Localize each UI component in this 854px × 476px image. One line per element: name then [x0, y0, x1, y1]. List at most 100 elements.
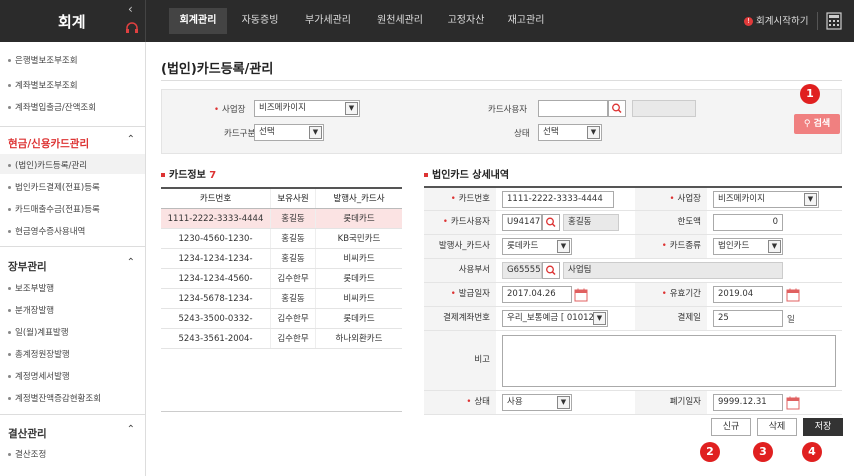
- valid-input[interactable]: 2019.04: [713, 286, 783, 303]
- search-icon[interactable]: [542, 262, 560, 279]
- bullet-icon: [8, 186, 11, 189]
- card-kind-select[interactable]: 법인카드 ▼: [713, 238, 783, 255]
- table-row[interactable]: 1234-1234-4560- 김수한무 롯데카드: [161, 269, 402, 289]
- new-button[interactable]: 신규: [711, 418, 751, 436]
- save-button[interactable]: 저장: [803, 418, 843, 436]
- page-title: (법인)카드등록/관리: [161, 62, 274, 77]
- chevron-down-icon: ▼: [768, 240, 781, 253]
- expire-input[interactable]: 9999.12.31: [713, 394, 783, 411]
- table-row[interactable]: 1234-1234-1234- 홍길동 비씨카드: [161, 249, 402, 269]
- calendar-icon[interactable]: [786, 396, 800, 410]
- chevron-down-icon: ▼: [309, 126, 322, 139]
- sidebar-item-card-register[interactable]: (법인)카드등록/관리: [8, 159, 87, 171]
- issue-date-label: • 발급일자: [424, 283, 496, 306]
- bullet-icon: [8, 230, 11, 233]
- issue-date-input[interactable]: 2017.04.26: [502, 286, 572, 303]
- workplace-select[interactable]: 비즈메카이지 ▼: [713, 191, 819, 208]
- bullet-icon: [8, 106, 11, 109]
- bullet-icon: [8, 453, 11, 456]
- form-row: • 발급일자 2017.04.26 • 유효기간 2019.04: [424, 283, 842, 307]
- tab-vat[interactable]: 부가세관리: [296, 8, 360, 34]
- sidebar-item-account-ledger[interactable]: 계좌별보조부조회: [8, 79, 78, 91]
- sidebar-item-account-balance[interactable]: 계좌별입출금/잔액조회: [8, 101, 96, 113]
- sidebar-item-card-sales[interactable]: 카드매출수금(전표)등록: [8, 203, 100, 215]
- step-badge-1: 1: [800, 84, 820, 104]
- note-textarea[interactable]: [502, 335, 836, 387]
- tab-fixed-assets[interactable]: 고정자산: [440, 8, 492, 34]
- limit-input[interactable]: 0: [713, 214, 783, 231]
- top-navigation-bar: 회계 ‹ 회계관리 자동증빙 부가세관리 원천세관리 고정자산 재고관리 ! 회계…: [0, 0, 854, 42]
- search-icon[interactable]: [608, 100, 626, 117]
- tab-auto-evidence[interactable]: 자동증빙: [232, 8, 288, 34]
- status-select[interactable]: 사용 ▼: [502, 394, 572, 411]
- sidebar-group-cash-card[interactable]: 현금/신용카드관리: [8, 136, 89, 151]
- workplace-select[interactable]: 비즈메카이지 ▼: [254, 100, 360, 117]
- form-row: 사용부서 G65555 사업팀: [424, 259, 842, 283]
- sidebar-item-daily-monthly[interactable]: 일(월)계표발행: [8, 326, 69, 338]
- sidebar-item-account-statement[interactable]: 계정명세서발행: [8, 370, 70, 382]
- sidebar: 은행별보조부조회 계좌별보조부조회 계좌별입출금/잔액조회 현금/신용카드관리 …: [0, 42, 146, 476]
- table-row[interactable]: 1111-2222-3333-4444 홍길동 롯데카드: [161, 209, 402, 229]
- bullet-icon: [8, 84, 11, 87]
- tab-withholding[interactable]: 원천세관리: [368, 8, 432, 34]
- table-row[interactable]: 5243-3500-0332- 김수한무 롯데카드: [161, 309, 402, 329]
- table-row[interactable]: 1234-5678-1234- 홍길동 비씨카드: [161, 289, 402, 309]
- search-button[interactable]: ⚲ 검색: [794, 114, 840, 134]
- search-icon: ⚲: [803, 119, 814, 129]
- calendar-icon[interactable]: [574, 288, 588, 302]
- bullet-icon: [8, 208, 11, 211]
- headset-icon[interactable]: [125, 22, 139, 34]
- sidebar-item-cash-receipt[interactable]: 현금영수증사용내역: [8, 225, 85, 237]
- tab-inventory[interactable]: 재고관리: [500, 8, 552, 34]
- card-number-input[interactable]: 1111-2222-3333-4444: [502, 191, 614, 208]
- card-count: 7: [209, 170, 217, 181]
- card-user-id-input[interactable]: U94147: [502, 214, 542, 231]
- sidebar-item-closing-adjust[interactable]: 결산조정: [8, 448, 46, 460]
- detail-title: 법인카드 상세내역: [424, 166, 509, 181]
- tab-accounting[interactable]: 회계관리: [169, 8, 227, 34]
- start-accounting-link[interactable]: ! 회계시작하기: [744, 13, 808, 27]
- search-panel: • 사업장 비즈메카이지 ▼ 카드구분 선택 ▼ 카드사용자 상태 선택 ▼ ⚲ 검색: [161, 89, 842, 154]
- form-row: 비고: [424, 331, 842, 391]
- issuer-label: 발행사_카드사: [424, 235, 496, 258]
- pay-day-unit: 일: [787, 315, 795, 325]
- chevron-down-icon: ▼: [557, 240, 570, 253]
- delete-button[interactable]: 삭제: [757, 418, 797, 436]
- sidebar-item-journal[interactable]: 분개장발행: [8, 304, 54, 316]
- dept-label: 사용부서: [424, 259, 496, 282]
- search-icon[interactable]: [542, 214, 560, 231]
- collapse-sidebar-icon[interactable]: ‹: [128, 2, 133, 16]
- column-header: 카드번호: [161, 189, 271, 208]
- sidebar-item-sub-ledger[interactable]: 보조부발행: [8, 282, 54, 294]
- chevron-up-icon[interactable]: ⌃: [127, 257, 135, 268]
- sidebar-group-closing[interactable]: 결산관리: [8, 426, 47, 441]
- bullet-icon: [424, 173, 428, 177]
- dept-code-input[interactable]: G65555: [502, 262, 542, 279]
- calendar-icon[interactable]: [786, 288, 800, 302]
- sidebar-group-ledger[interactable]: 장부관리: [8, 259, 47, 274]
- card-user-input[interactable]: [538, 100, 608, 117]
- table-row[interactable]: 5243-3561-2004- 김수한무 하나외환카드: [161, 329, 402, 349]
- card-type-select[interactable]: 선택 ▼: [254, 124, 324, 141]
- card-kind-label: • 카드종류: [635, 235, 707, 258]
- chevron-down-icon: ▼: [804, 193, 817, 206]
- account-label: 결제계좌번호: [424, 307, 496, 330]
- sidebar-item-bank-ledger[interactable]: 은행별보조부조회: [8, 54, 78, 66]
- chevron-up-icon[interactable]: ⌃: [127, 134, 135, 145]
- sidebar-item-card-payment[interactable]: 법인카드결제(전표)등록: [8, 181, 100, 193]
- alert-icon: !: [744, 17, 753, 26]
- sidebar-item-general-ledger[interactable]: 총계정원장발행: [8, 348, 70, 360]
- step-badge-2: 2: [700, 442, 720, 462]
- calculator-icon[interactable]: [826, 12, 842, 30]
- status-select[interactable]: 선택 ▼: [538, 124, 602, 141]
- account-select[interactable]: 우리_보통예금 [ 01012 ▼: [502, 310, 608, 327]
- chevron-up-icon[interactable]: ⌃: [127, 424, 135, 435]
- divider: [0, 126, 145, 127]
- divider: [161, 80, 842, 81]
- pay-day-input[interactable]: 25: [713, 310, 783, 327]
- sidebar-item-balance-change[interactable]: 계정별잔액증감현황조회: [8, 392, 101, 404]
- table-row[interactable]: 1230-4560-1230- 홍길동 KB국민카드: [161, 229, 402, 249]
- card-user-label: • 카드사용자: [424, 211, 496, 234]
- pay-day-label: 결제일: [635, 307, 707, 330]
- issuer-select[interactable]: 롯데카드 ▼: [502, 238, 572, 255]
